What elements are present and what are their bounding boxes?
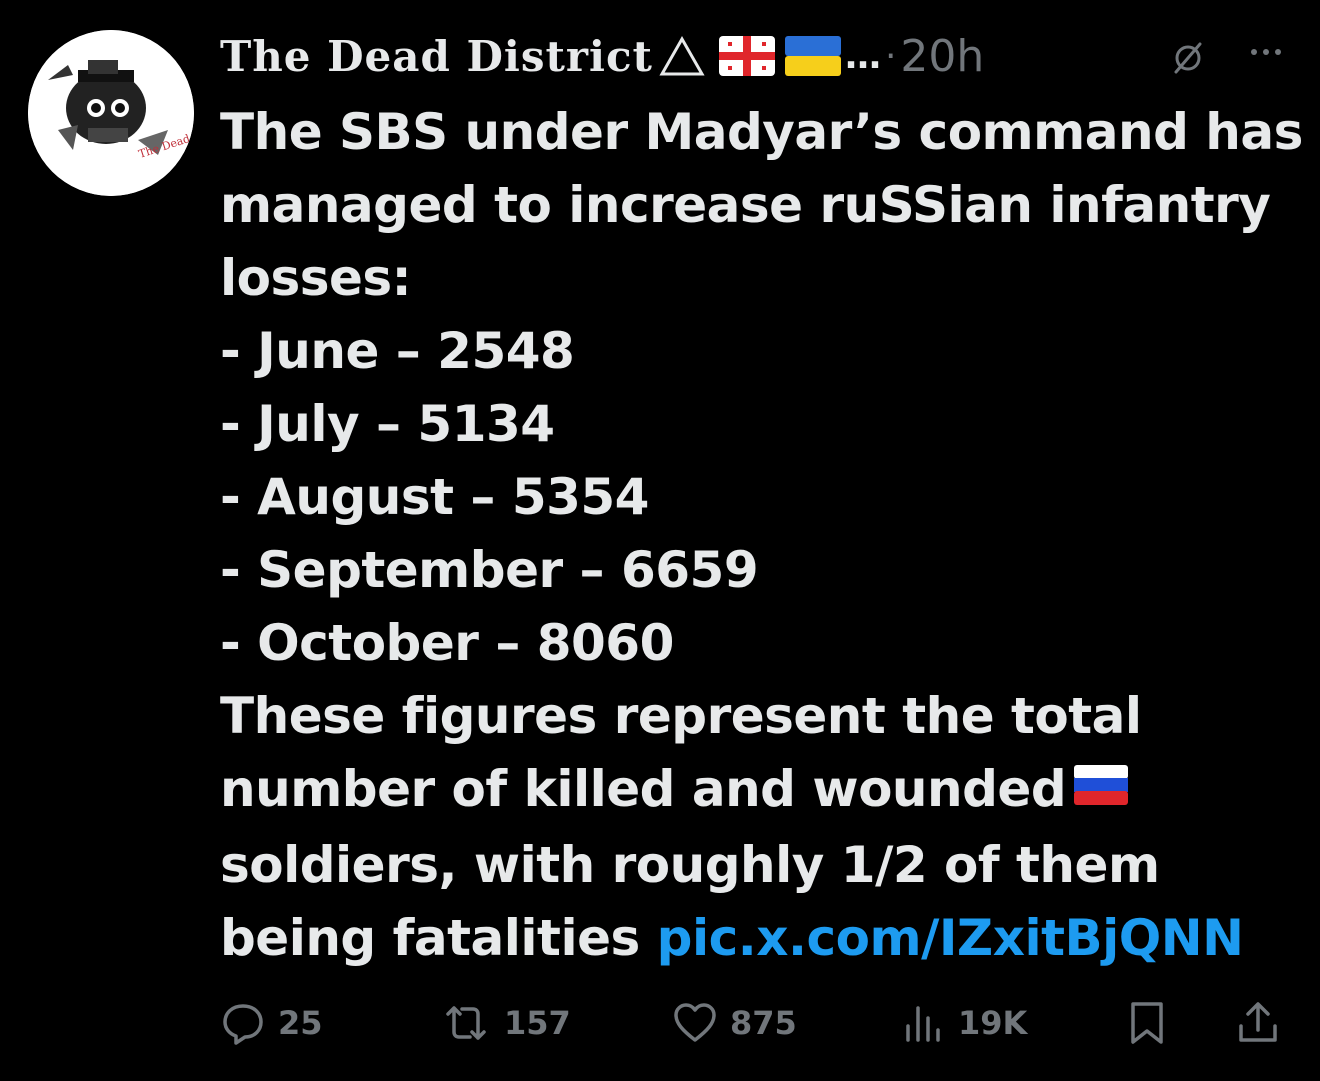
tweet-line: - August – 5354 <box>220 468 649 526</box>
tweet-line-with-flag: number of killed and wounded <box>220 753 1310 829</box>
reply-icon <box>223 1004 263 1045</box>
tweet-line-with-link: being fatalities pic.x.com/IZxitBjQNN <box>220 902 1310 975</box>
tweet-line: The SBS under Madyar’s command has <box>220 103 1303 161</box>
author-display-name[interactable]: The Dead District <box>220 32 653 81</box>
georgia-flag-icon <box>718 36 775 76</box>
views-button[interactable]: 19K <box>900 1000 1027 1046</box>
more-icon[interactable] <box>1246 32 1286 81</box>
tweet-line: soldiers, with roughly 1/2 of them <box>220 836 1160 894</box>
tweet-header: The Dead District … · 20h <box>220 26 1300 86</box>
tweet-line: - July – 5134 <box>220 395 555 453</box>
avatar-logo: The Dead District <box>28 30 194 196</box>
tweet-line: - September – 6659 <box>220 541 759 599</box>
bookmark-button[interactable] <box>1126 1000 1180 1046</box>
share-icon <box>1239 1002 1277 1042</box>
action-bar: 25 157 875 19K <box>220 1000 1300 1056</box>
triangle-icon <box>659 35 705 77</box>
like-icon <box>674 1003 716 1042</box>
views-icon <box>906 1006 940 1042</box>
name-truncation: … <box>844 35 881 77</box>
like-button[interactable]: 875 <box>672 1000 797 1046</box>
tweet-line: These figures represent the total <box>220 687 1142 745</box>
tweet-line: being fatalities <box>220 909 657 967</box>
avatar[interactable]: The Dead District <box>28 30 194 196</box>
tweet-timestamp[interactable]: 20h <box>900 31 984 82</box>
grok-icon[interactable] <box>1168 38 1208 82</box>
tweet-line: - October – 8060 <box>220 614 674 672</box>
tweet-line: number of killed and wounded <box>220 760 1067 818</box>
repost-icon <box>446 1006 486 1040</box>
ukraine-flag-icon <box>784 36 841 76</box>
media-link[interactable]: pic.x.com/IZxitBjQNN <box>657 909 1244 967</box>
reply-button[interactable]: 25 <box>220 1000 323 1046</box>
separator-dot: · <box>884 35 897 77</box>
bookmark-icon <box>1131 1002 1163 1044</box>
reply-count: 25 <box>278 1004 323 1042</box>
tweet-line: losses: <box>220 249 412 307</box>
repost-count: 157 <box>504 1004 571 1042</box>
view-count: 19K <box>958 1004 1028 1042</box>
tweet-line: managed to increase ruSSian infantry <box>220 176 1271 234</box>
tweet-line: - June – 2548 <box>220 322 575 380</box>
share-button[interactable] <box>1236 1000 1292 1046</box>
russia-flag-icon <box>1074 752 1129 825</box>
repost-button[interactable]: 157 <box>440 1000 571 1046</box>
tweet-text: The SBS under Madyar’s command has manag… <box>220 96 1310 975</box>
like-count: 875 <box>730 1004 797 1042</box>
